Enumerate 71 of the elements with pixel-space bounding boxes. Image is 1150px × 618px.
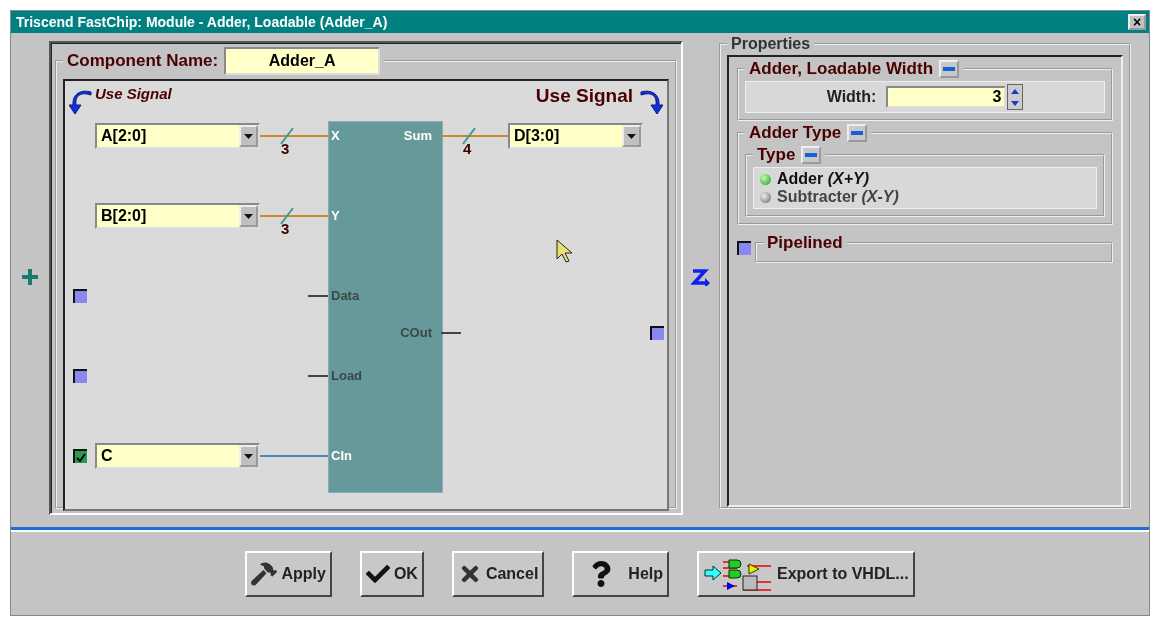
cancel-button[interactable]: Cancel <box>451 550 545 597</box>
port-label: CIn <box>331 448 352 463</box>
bus-width: 3 <box>281 140 290 157</box>
z-arrow-icon[interactable] <box>691 268 711 286</box>
dropdown-caret-icon <box>627 133 636 139</box>
port-label: X <box>331 128 340 143</box>
collapse-button[interactable] <box>847 124 868 142</box>
use-signal-label: Use Signal <box>95 85 172 102</box>
properties-title: Properties <box>731 35 811 53</box>
port-label: Load <box>331 368 363 383</box>
hammer-icon <box>251 560 278 587</box>
curved-arrow-icon <box>69 89 93 115</box>
window-title: Triscend FastChip: Module - Adder, Loadable (Adder_A) <box>16 14 388 30</box>
port-label: Y <box>331 208 340 223</box>
width-field[interactable]: 3 <box>886 86 1007 108</box>
checkbox[interactable] <box>73 369 87 383</box>
curved-arrow-icon <box>639 89 663 115</box>
port-label: Sum <box>403 128 432 143</box>
signal-dropdown[interactable]: A[2:0] <box>95 123 260 149</box>
dropdown-button[interactable] <box>239 125 258 147</box>
checkbox[interactable] <box>737 241 751 255</box>
width-label: Width: <box>826 88 877 106</box>
apply-button[interactable]: Apply <box>245 550 332 597</box>
dropdown-button[interactable] <box>622 125 641 147</box>
bus-slash-icon <box>277 126 297 146</box>
group-title: Adder Type <box>749 123 842 143</box>
dropdown-button[interactable] <box>239 445 258 467</box>
signal-dropdown[interactable]: C <box>95 443 260 469</box>
dropdown-caret-icon <box>244 453 253 459</box>
export-button[interactable]: Export to VHDL... <box>697 550 915 597</box>
close-button[interactable]: × <box>1128 14 1146 30</box>
stub-wire <box>441 332 461 334</box>
up-triangle-icon <box>1011 88 1020 94</box>
bus-width: 4 <box>463 140 472 157</box>
checkbox[interactable] <box>650 326 664 340</box>
checkbox[interactable] <box>73 289 87 303</box>
cursor-icon <box>556 239 574 263</box>
collapse-button[interactable] <box>939 60 960 78</box>
bus-wire <box>260 215 328 217</box>
stub-wire <box>308 295 328 297</box>
collapse-button[interactable] <box>801 146 822 164</box>
bus-slash-icon <box>459 126 479 146</box>
stub-wire <box>308 375 328 377</box>
radio-option[interactable]: Adder (X+Y) <box>760 170 1090 188</box>
minus-icon <box>805 153 818 157</box>
group-title: Type <box>757 145 796 165</box>
signal-wire <box>260 455 328 457</box>
pipelined-label: Pipelined <box>767 233 843 253</box>
checkbox[interactable] <box>73 449 87 463</box>
ok-button[interactable]: OK <box>359 550 424 597</box>
port-label: COut <box>400 325 432 340</box>
component-name-field[interactable]: Adder_A <box>224 47 381 75</box>
plus-icon[interactable] <box>21 268 39 286</box>
dropdown-button[interactable] <box>239 205 258 227</box>
signal-dropdown[interactable]: B[2:0] <box>95 203 260 229</box>
radio-option[interactable]: Subtracter (X-Y) <box>760 188 1090 206</box>
minus-icon <box>851 131 864 135</box>
use-signal-label: Use Signal <box>535 85 633 107</box>
down-triangle-icon <box>1011 100 1020 106</box>
component-name-label: Component Name: <box>67 51 219 71</box>
dropdown-caret-icon <box>244 133 253 139</box>
dropdown-caret-icon <box>244 213 253 219</box>
signal-dropdown[interactable]: D[3:0] <box>508 123 643 149</box>
help-button[interactable]: Help <box>572 550 669 597</box>
port-label: Data <box>331 288 360 303</box>
minus-icon <box>943 67 956 71</box>
bus-wire <box>441 135 508 137</box>
group-title: Adder, Loadable Width <box>749 59 934 79</box>
bus-wire <box>260 135 328 137</box>
bus-width: 3 <box>281 220 290 237</box>
bus-slash-icon <box>277 206 297 226</box>
